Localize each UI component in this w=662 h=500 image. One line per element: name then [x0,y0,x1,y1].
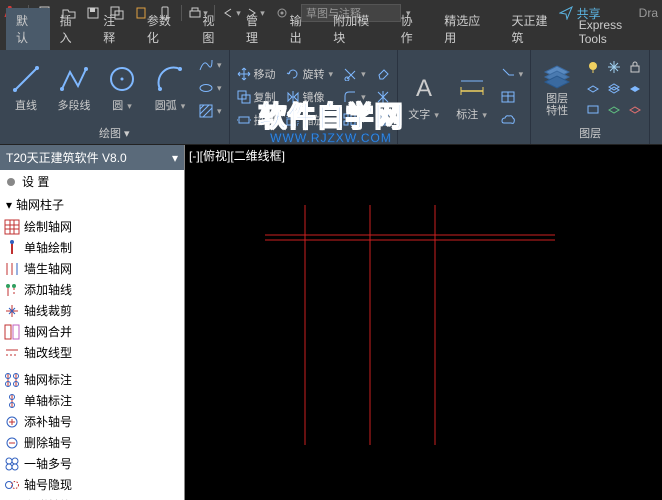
panel-item-merge-grid[interactable]: 轴网合并 [0,321,184,342]
circle-tool[interactable]: 圆 ▾ [100,52,144,124]
panel-item-hide-number[interactable]: 轴号隐现 [0,474,184,495]
table-tool[interactable] [498,86,527,108]
drawing-canvas[interactable]: [-][俯视][二维线框] [185,145,662,500]
layer-tool-5[interactable] [604,99,624,119]
panel-settings-row[interactable]: 设 置 [0,170,184,193]
ribbon-tabs: 默认 插入 注释 参数化 视图 管理 输出 附加模块 协作 精选应用 天正建筑 … [0,26,662,50]
stretch-tool[interactable]: 拉伸 [234,109,279,131]
mirror-icon [286,90,300,104]
erase-icon [376,67,390,81]
tab-view[interactable]: 视图 [192,8,236,50]
panel-item-draw-grid[interactable]: 绘制轴网 [0,216,184,237]
side-panel: T20天正建筑软件 V8.0 ▾ 设 置 ▾ 轴网柱子 绘制轴网 单轴绘制 墙生… [0,145,185,500]
panel-item-change-linetype[interactable]: 轴改线型 [0,342,184,363]
copy-tool[interactable]: 复制 [234,86,279,108]
layer-freeze-icon[interactable] [604,57,624,77]
panel-item-delete-number[interactable]: 删除轴号 [0,432,184,453]
tab-parametric[interactable]: 参数化 [137,8,192,50]
panel-item-add-axis[interactable]: 添加轴线 [0,279,184,300]
tab-addons[interactable]: 附加模块 [323,8,390,50]
spline-tool[interactable]: ▾ [196,54,225,76]
workspace: T20天正建筑软件 V8.0 ▾ 设 置 ▾ 轴网柱子 绘制轴网 单轴绘制 墙生… [0,145,662,500]
panel-item-single-axis[interactable]: 单轴绘制 [0,237,184,258]
layer-tools-grid [583,57,645,119]
mirror-tool[interactable]: 镜像 [283,86,337,108]
canvas-svg [185,145,662,500]
panel-item-trim-axis[interactable]: 轴线裁剪 [0,300,184,321]
draw-group-label: 绘图 ▾ [4,124,225,142]
scale-tool[interactable]: 缩放 [283,109,337,131]
tab-tangent[interactable]: 天正建筑 [501,8,568,50]
polyline-label: 多段线 [58,97,91,113]
panel-item-single-dim[interactable]: 单轴标注 [0,390,184,411]
scale-icon [286,113,300,127]
layer-tool-3[interactable] [625,78,645,98]
layer-tool-4[interactable] [583,99,603,119]
leader-tool[interactable]: ▾ [498,63,527,85]
layer-tool-1[interactable] [583,78,603,98]
text-tool[interactable]: A 文字 ▾ [402,61,446,133]
layers-group-label: 图层 [535,124,645,142]
polyline-tool[interactable]: 多段线 [52,52,96,124]
rotate-icon [286,67,300,81]
panel-title-bar: T20天正建筑软件 V8.0 ▾ [0,145,184,170]
tab-collab[interactable]: 协作 [391,8,435,50]
tab-output[interactable]: 输出 [280,8,324,50]
explode-tool[interactable] [373,86,393,108]
tab-default[interactable]: 默认 [6,8,50,50]
panel-menu-icon[interactable]: ▾ [172,151,178,165]
tab-featured[interactable]: 精选应用 [434,8,501,50]
arc-label: 圆弧 [155,100,177,112]
panel-item-add-number[interactable]: 添补轴号 [0,411,184,432]
stretch-icon [237,113,251,127]
layer-tool-2[interactable] [604,78,624,98]
ribbon-group-draw: 直线 多段线 圆 ▾ 圆弧 ▾ ▾ ▾ ▾ 绘图 ▾ [0,50,230,144]
line-tool[interactable]: 直线 [4,52,48,124]
ribbon-group-annotation: A 文字 ▾ 标注 ▾ ▾ [398,50,532,144]
panel-item-list: 绘制轴网 单轴绘制 墙生轴网 添加轴线 轴线裁剪 轴网合并 轴改线型 轴网标注 … [0,216,184,500]
rotate-tool[interactable]: 旋转▾ [283,63,337,85]
disc-icon [6,177,16,187]
fillet-tool[interactable]: ▾ [340,86,369,108]
tab-express[interactable]: Express Tools [569,14,662,50]
panel-item-multi-number[interactable]: 一轴多号 [0,453,184,474]
erase-tool[interactable] [373,63,393,85]
move-icon [237,67,251,81]
array-tool[interactable]: ▾ [340,109,369,131]
svg-text:A: A [416,75,432,102]
move-tool[interactable]: 移动 [234,63,279,85]
collapse-icon: ▾ [6,198,12,212]
tab-annotate[interactable]: 注释 [93,8,137,50]
tab-manage[interactable]: 管理 [236,8,280,50]
offset-tool[interactable] [373,109,393,131]
cloud-tool[interactable] [498,109,527,131]
panel-settings-label: 设 置 [22,173,49,190]
panel-item-grid-dim[interactable]: 轴网标注 [0,369,184,390]
tab-insert[interactable]: 插入 [50,8,94,50]
layer-properties-tool[interactable]: 图层 特性 [535,52,579,124]
ribbon-group-modify: 移动 复制 拉伸 旋转▾ 镜像 缩放 ▾ ▾ ▾ [230,50,398,144]
dimension-tool[interactable]: 标注 ▾ [450,61,494,133]
ellipse-tool[interactable]: ▾ [196,77,225,99]
circle-label: 圆 [112,100,123,112]
ribbon-group-layers: 图层 特性 图层 [531,50,650,144]
hatch-tool[interactable]: ▾ [196,100,225,122]
layer-tool-6[interactable] [625,99,645,119]
line-label: 直线 [15,97,37,113]
copy-icon [237,90,251,104]
layer-lock-icon[interactable] [625,57,645,77]
arc-tool[interactable]: 圆弧 ▾ [148,52,192,124]
panel-category-label: 轴网柱子 [16,196,64,213]
panel-category[interactable]: ▾ 轴网柱子 [0,193,184,216]
viewport-label[interactable]: [-][俯视][二维线框] [189,147,285,164]
layer-on-icon[interactable] [583,57,603,77]
trim-tool[interactable]: ▾ [340,63,369,85]
panel-item-main-aux[interactable]: 主附转换 [0,495,184,500]
panel-item-wall-to-grid[interactable]: 墙生轴网 [0,258,184,279]
ribbon: 直线 多段线 圆 ▾ 圆弧 ▾ ▾ ▾ ▾ 绘图 ▾ [0,50,662,145]
panel-title: T20天正建筑软件 V8.0 [6,149,127,166]
